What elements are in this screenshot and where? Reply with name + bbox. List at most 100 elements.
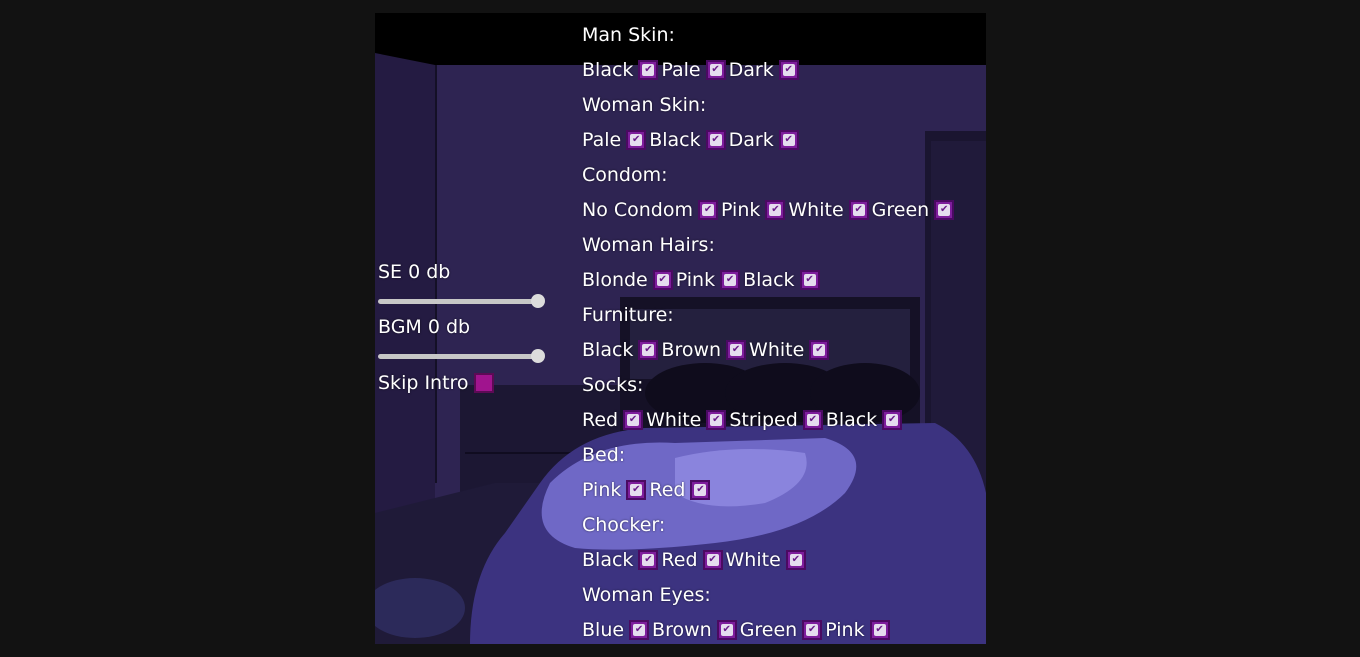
setting-option: Black ✔ (582, 59, 661, 81)
setting-option-checkbox[interactable]: ✔ (716, 620, 737, 640)
setting-group-title-row: Woman Eyes: (582, 578, 986, 613)
setting-group-title-row: Woman Skin: (582, 88, 986, 123)
bgm-volume-slider[interactable] (378, 349, 545, 363)
check-icon: ✔ (706, 554, 719, 566)
setting-options-row: Pale ✔ Black ✔ Dark ✔ (582, 123, 986, 158)
check-icon: ✔ (806, 624, 819, 636)
setting-option-label: Red (661, 549, 698, 571)
setting-option-label: Green (739, 619, 798, 641)
setting-option-checkbox[interactable]: ✔ (726, 340, 747, 360)
setting-option: Pink ✔ (675, 269, 743, 291)
setting-group-title-row: Furniture: (582, 298, 986, 333)
check-icon: ✔ (782, 64, 795, 76)
setting-option: Green ✔ (739, 619, 826, 641)
se-slider-knob[interactable] (531, 294, 545, 308)
setting-option: Brown ✔ (652, 619, 740, 641)
setting-option-label: Striped (729, 409, 798, 431)
setting-option-checkbox[interactable]: ✔ (705, 60, 726, 80)
setting-option-label: No Condom (582, 199, 694, 221)
setting-option-label: Brown (661, 339, 722, 361)
setting-options-row: Black ✔ Pale ✔ Dark ✔ (582, 53, 986, 88)
check-icon: ✔ (769, 204, 782, 216)
setting-option: Pink ✔ (825, 619, 892, 641)
setting-option-checkbox[interactable]: ✔ (706, 410, 727, 430)
setting-option-checkbox[interactable]: ✔ (799, 270, 820, 290)
setting-options-row: Blue ✔ Brown ✔ Green ✔ Pink ✔ (582, 613, 986, 644)
setting-group-title: Woman Eyes: (582, 584, 711, 606)
check-icon: ✔ (642, 64, 655, 76)
skip-intro-checkbox[interactable]: ✔ (473, 373, 494, 393)
setting-option-label: Green (871, 199, 930, 221)
setting-option-checkbox[interactable]: ✔ (626, 480, 647, 500)
setting-option-label: Pink (721, 199, 761, 221)
check-icon: ✔ (642, 554, 655, 566)
check-icon: ✔ (694, 484, 707, 496)
check-icon: ✔ (782, 134, 795, 146)
setting-option-checkbox[interactable]: ✔ (802, 620, 823, 640)
check-icon: ✔ (710, 414, 723, 426)
setting-option-checkbox[interactable]: ✔ (934, 200, 955, 220)
setting-option-label: Pink (675, 269, 716, 291)
setting-option-checkbox[interactable]: ✔ (626, 130, 647, 150)
setting-options-row: No Condom ✔ Pink ✔ White ✔ Green ✔ (582, 193, 986, 228)
setting-option-label: Black (582, 59, 634, 81)
setting-option-label: Pink (825, 619, 865, 641)
check-icon: ✔ (709, 134, 722, 146)
setting-option-checkbox[interactable]: ✔ (778, 130, 799, 150)
setting-option-checkbox[interactable]: ✔ (869, 620, 890, 640)
setting-option-checkbox[interactable]: ✔ (623, 410, 644, 430)
check-icon: ✔ (720, 624, 733, 636)
setting-option-checkbox[interactable]: ✔ (765, 200, 786, 220)
setting-option-checkbox[interactable]: ✔ (702, 550, 723, 570)
setting-option-checkbox[interactable]: ✔ (809, 340, 830, 360)
customization-panel: Man Skin: Black ✔ Pale ✔ Dark ✔ Woman Skin: Pale… (582, 18, 986, 644)
setting-option-checkbox[interactable]: ✔ (802, 410, 823, 430)
setting-option: Red ✔ (661, 549, 725, 571)
setting-option-checkbox[interactable]: ✔ (778, 60, 799, 80)
check-icon: ✔ (633, 624, 646, 636)
setting-option-checkbox[interactable]: ✔ (690, 480, 711, 500)
setting-option: Black ✔ (743, 269, 822, 291)
check-icon: ✔ (630, 484, 643, 496)
setting-group-title: Socks: (582, 374, 644, 396)
setting-option-checkbox[interactable]: ✔ (848, 200, 869, 220)
setting-option-checkbox[interactable]: ✔ (785, 550, 806, 570)
setting-option-checkbox[interactable]: ✔ (720, 270, 741, 290)
setting-option-checkbox[interactable]: ✔ (638, 550, 659, 570)
skip-intro-row: Skip Intro✔ (378, 371, 497, 395)
setting-option-label: Blonde (582, 269, 648, 291)
setting-group-title: Man Skin: (582, 24, 675, 46)
bgm-slider-track (378, 354, 538, 359)
setting-options-row: Black ✔ Brown ✔ White ✔ (582, 333, 986, 368)
check-icon: ✔ (730, 344, 743, 356)
setting-option-label: White (646, 409, 702, 431)
setting-options-row: Blonde ✔ Pink ✔ Black ✔ (582, 263, 986, 298)
se-volume-slider[interactable] (378, 294, 545, 308)
setting-option-label: White (788, 199, 844, 221)
setting-option-checkbox[interactable]: ✔ (698, 200, 719, 220)
setting-option-label: Blue (582, 619, 625, 641)
setting-option: Pink ✔ (721, 199, 788, 221)
setting-option-label: Dark (728, 59, 774, 81)
setting-option-checkbox[interactable]: ✔ (638, 340, 659, 360)
bgm-slider-knob[interactable] (531, 349, 545, 363)
setting-option: Blue ✔ (582, 619, 652, 641)
setting-option: Blonde ✔ (582, 269, 676, 291)
setting-option-checkbox[interactable]: ✔ (638, 60, 659, 80)
setting-option-label: Pale (661, 59, 701, 81)
setting-group-title: Woman Hairs: (582, 234, 715, 256)
setting-option-checkbox[interactable]: ✔ (882, 410, 903, 430)
check-icon: ✔ (724, 274, 737, 286)
skip-intro-label: Skip Intro (378, 372, 469, 394)
setting-option-checkbox[interactable]: ✔ (652, 270, 673, 290)
setting-option-checkbox[interactable]: ✔ (629, 620, 650, 640)
setting-option-label: Black (582, 549, 634, 571)
setting-option-label: Pink (582, 479, 622, 501)
setting-option-label: White (725, 549, 781, 571)
setting-option-label: Pale (582, 129, 622, 151)
check-icon: ✔ (813, 344, 826, 356)
setting-options-row: Pink ✔ Red ✔ (582, 473, 986, 508)
setting-option-checkbox[interactable]: ✔ (705, 130, 726, 150)
check-icon: ✔ (886, 414, 899, 426)
se-slider-track (378, 299, 538, 304)
